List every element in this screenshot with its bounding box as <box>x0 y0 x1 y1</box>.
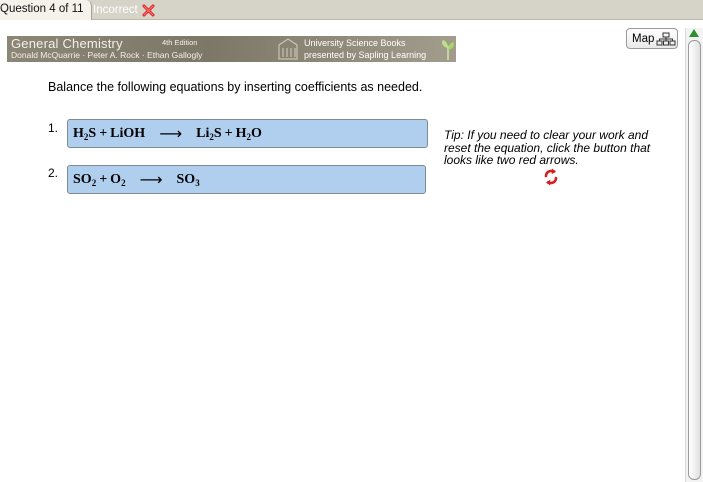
map-button[interactable]: Map <box>626 28 678 49</box>
banner-authors: Donald McQuarrie · Peter A. Rock · Ethan… <box>11 50 203 60</box>
reactant-so2: SO2 <box>73 171 97 188</box>
equation-input-1[interactable]: H2S + LiOH ⟶ Li2S + H2O <box>67 119 428 148</box>
reactant-h2s: H2S <box>73 125 97 142</box>
scrollbar-thumb[interactable] <box>688 40 701 480</box>
reset-arrows-icon[interactable] <box>543 168 559 186</box>
reaction-arrow-icon: ⟶ <box>139 170 163 189</box>
question-tab[interactable]: Question 4 of 11 <box>0 0 92 20</box>
question-tab-bar: Question 4 of 11 Incorrect <box>0 0 703 20</box>
product-so3: SO3 <box>176 171 200 188</box>
publisher-info: University Science Books presented by Sa… <box>304 37 426 61</box>
publisher-logo-icon <box>278 38 298 60</box>
equation-input-2[interactable]: SO2 + O2 ⟶ SO3 <box>67 165 426 194</box>
map-tree-icon <box>656 32 676 45</box>
incorrect-x-icon <box>142 4 155 16</box>
publisher-line-2: presented by Sapling Learning <box>304 50 427 60</box>
question-tab-label: Question 4 of 11 <box>0 3 84 15</box>
banner-edition: 4th Edition <box>162 38 198 47</box>
reaction-arrow-icon: ⟶ <box>159 124 183 143</box>
reset-tip-text: Tip: If you need to clear your work and … <box>444 128 651 167</box>
product-li2s: Li2S <box>196 125 222 142</box>
question-number-1: 1. <box>48 121 59 135</box>
vertical-scrollbar[interactable] <box>685 28 703 482</box>
map-button-label: Map <box>632 32 655 45</box>
reactant-lioh: LiOH <box>110 125 146 141</box>
status-label: Incorrect <box>93 4 138 16</box>
scroll-up-arrow-icon[interactable] <box>689 29 699 37</box>
sapling-leaf-icon <box>442 40 454 60</box>
textbook-banner: General Chemistry 4th Edition Donald McQ… <box>7 36 456 62</box>
banner-title: General Chemistry <box>11 36 123 51</box>
product-h2o: H2O <box>235 125 262 142</box>
status-indicator: Incorrect <box>93 0 155 20</box>
reactant-o2: O2 <box>110 171 126 188</box>
publisher-line-1: University Science Books <box>304 38 406 48</box>
question-instructions: Balance the following equations by inser… <box>48 80 423 94</box>
question-number-2: 2. <box>48 166 59 180</box>
